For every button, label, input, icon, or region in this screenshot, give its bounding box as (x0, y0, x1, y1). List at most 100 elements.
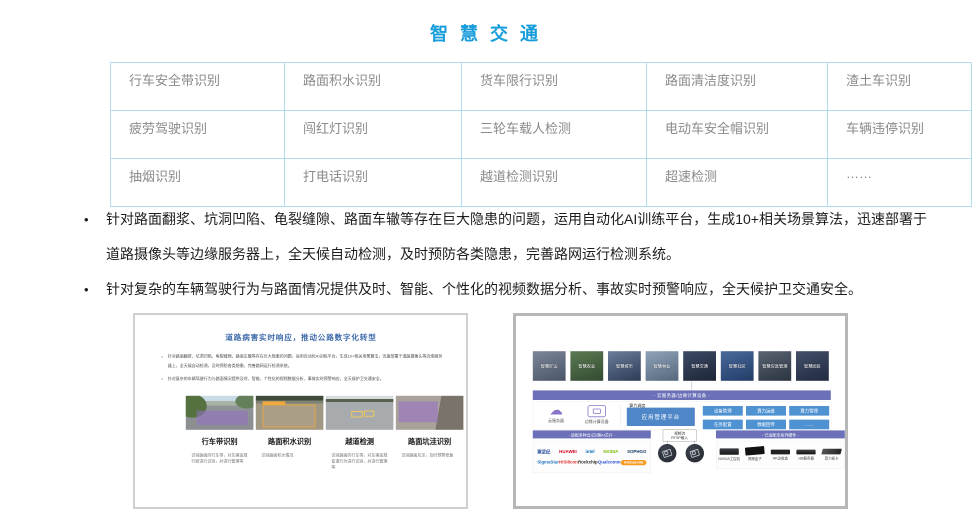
table-cell: 三轮车载人检测 (462, 111, 647, 159)
camera-icon (690, 449, 700, 458)
devices-banner: - 已适配全系列硬件 - (716, 430, 845, 438)
detection-label-row: 行车带识别 识别路面的行车带，对车辆违规行驶进行识别，并进行管理等 路面积水识别… (186, 436, 464, 471)
bullet-item: 针对复杂的车辆驾驶行为与路面情况提供及时、智能、个性化的视频数据分析、事故实时预… (84, 272, 936, 307)
device-label: NVIDIA工控机 (718, 456, 740, 461)
camera-node (658, 444, 676, 462)
table-cell: 疲劳驾驶识别 (111, 111, 285, 159)
page-title: 智慧交通 (0, 20, 980, 46)
device-box: NVIDIA工控机 昇腾盒子 RK边缘盒 x86服务器 算力板卡 (716, 441, 845, 469)
platform-block: ☁ 云服务器 边缘计算设备 算力调度 应用管理平台 设备管理 算力运维 算力管理… (533, 402, 832, 430)
detection-caption: 识别路面积水情况 (256, 453, 324, 459)
tile-label: 智慧交通 (691, 363, 708, 369)
platform-banner: - 云服务器/边缘计算设备 - (533, 390, 831, 400)
device-image (745, 446, 765, 456)
table-cell: 路面积水识别 (285, 63, 462, 111)
scenario-tile: 智慧园区 (796, 351, 829, 381)
detection-overlay (197, 411, 248, 425)
feature-box: 任务配置 (703, 420, 743, 430)
scenario-tile: 智慧农业 (570, 351, 603, 381)
device-label: 算力板卡 (820, 456, 842, 461)
chip-logo: Rockchip (578, 460, 598, 465)
device-label: RK边缘盒 (769, 456, 791, 461)
video-input-line: RTSP输入 (671, 436, 688, 441)
feature-box: 数据回传 (746, 420, 786, 430)
scenario-tile: 智慧社区 (721, 351, 754, 381)
table-cell: 抽烟识别 (111, 159, 285, 207)
feature-box: 设备管理 (703, 406, 743, 416)
chip-logo: NVIDIA (603, 449, 618, 454)
detection-box (351, 411, 362, 417)
road-damage-slide-image: 道路病害实时响应，推动公路数字化转型 针对路面翻浆、坑洞凹陷、龟裂缝隙、路面车辙… (133, 313, 468, 509)
edge-device-icon (588, 405, 606, 417)
detection-label: 路面坑洼识别 (396, 436, 464, 446)
detection-caption: 识别路面坑洼，及时预警修复 (396, 453, 464, 459)
scenario-tile: 智慧应急管理 (758, 351, 791, 381)
detection-item: 行车带识别 识别路面的行车带，对车辆违规行驶进行识别，并进行管理等 (186, 436, 254, 471)
table-row: 抽烟识别 打电话识别 越道检测识别 超速检测 …… (111, 159, 972, 207)
chip-logo: 寒武纪 (537, 449, 550, 455)
photo-pothole-detection (396, 396, 464, 430)
detection-item: 越道检测 识别路面的行车带，对车辆违规变道行为进行识别，并进行管理等 (326, 436, 394, 471)
detection-box (364, 411, 374, 417)
scenario-tile: 智慧城市 (608, 351, 641, 381)
device-label: x86服务器 (795, 456, 817, 461)
tile-label: 智慧矿山 (541, 363, 558, 369)
chip-logo-box: 寒武纪 HUAWEI intel NVIDIA SOPHGO SigmaStar… (533, 441, 651, 473)
table-row: 疲劳驾驶识别 闯红灯识别 三轮车载人检测 电动车安全帽识别 车辆违停识别 (111, 111, 972, 159)
chip-logo: Qualcomm (598, 460, 621, 465)
device-item: RK边缘盒 (769, 444, 791, 461)
detection-label: 行车带识别 (186, 436, 254, 446)
feature-box: 算力运维 (746, 406, 786, 416)
scenario-tile-row: 智慧矿山 智慧农业 智慧城市 智慧林业 智慧交通 智慧社区 智慧应急管理 智慧园… (533, 351, 829, 381)
detection-item: 路面坑洼识别 识别路面坑洼，及时预警修复 (396, 436, 464, 471)
left-panel-title: 道路病害实时响应，推动公路数字化转型 (135, 332, 467, 343)
detection-overlay (399, 401, 438, 422)
detection-caption: 识别路面的行车带，对车辆违规行驶进行识别，并进行管理等 (186, 453, 254, 465)
detection-item: 路面积水识别 识别路面积水情况 (256, 436, 324, 471)
detection-box (263, 405, 316, 428)
tile-label: 智慧应急管理 (762, 363, 787, 369)
app-management-platform-box: 应用管理平台 (627, 408, 695, 426)
table-cell: 电动车安全帽识别 (647, 111, 828, 159)
device-image (771, 450, 790, 455)
table-cell: 车辆违停识别 (828, 111, 972, 159)
table-cell: 路面清洁度识别 (647, 63, 828, 111)
detection-caption: 识别路面的行车带，对车辆违规变道行为进行识别，并进行管理等 (326, 453, 394, 471)
table-cell: …… (828, 159, 972, 207)
scenario-tile: 智慧林业 (646, 351, 679, 381)
scenario-tile: 智慧交通 (683, 351, 716, 381)
video-input-box: 视频流 RTSP输入 (663, 430, 697, 442)
chip-logo: SOPHGO (627, 449, 646, 454)
scenario-tile: 智慧矿山 (533, 351, 566, 381)
bullet-item: 针对路面翻浆、坑洞凹陷、龟裂缝隙、路面车辙等存在巨大隐患的问题，运用自动化AI训… (161, 352, 445, 371)
table-cell: 货车限行识别 (462, 63, 647, 111)
cloud-label: 云服务器 (548, 419, 564, 423)
bullet-item: 针对复杂的车辆驾驶行为与路面情况提供及时、智能、个性化的视频数据分析、事故实时预… (161, 374, 445, 384)
camera-icon (662, 449, 672, 458)
table-cell: 越道检测识别 (462, 159, 647, 207)
bullet-item: 针对路面翻浆、坑洞凹陷、龟裂缝隙、路面车辙等存在巨大隐患的问题，运用自动化AI训… (84, 202, 936, 272)
edge-label: 边缘计算设备 (585, 420, 609, 424)
photo-lane-detection (186, 396, 254, 430)
detection-tag (263, 402, 286, 405)
bullet-list: 针对路面翻浆、坑洞凹陷、龟裂缝隙、路面车辙等存在巨大隐患的问题，运用自动化AI训… (84, 202, 936, 307)
cloud-icon: ☁ (539, 403, 573, 417)
photo-water-detection (256, 396, 324, 430)
feature-grid: 设备管理 算力运维 算力管理 任务配置 数据回传 …… (703, 406, 829, 429)
platform-architecture-image: 智慧矿山 智慧农业 智慧城市 智慧林业 智慧交通 智慧社区 智慧应急管理 智慧园… (513, 313, 848, 509)
camera-node (686, 444, 704, 462)
chip-logo: SigmaStar (537, 460, 559, 465)
detection-label: 路面积水识别 (256, 436, 324, 446)
photo-crossing-detection (326, 396, 394, 430)
chip-logo-row: SigmaStar HiSilicon Rockchip Qualcomm Am… (537, 460, 646, 465)
device-item: 昇腾盒子 (744, 444, 766, 462)
chip-logo: HiSilicon (559, 460, 578, 465)
chip-logo: Ambarella (621, 460, 647, 465)
edge-device-item: 边缘计算设备 (576, 404, 618, 425)
device-item: 算力板卡 (820, 444, 842, 461)
table-cell: 渣土车识别 (828, 63, 972, 111)
tile-label: 智慧园区 (804, 363, 821, 369)
tile-label: 智慧林业 (654, 363, 671, 369)
tile-label: 智慧社区 (729, 363, 746, 369)
device-image (796, 450, 815, 455)
